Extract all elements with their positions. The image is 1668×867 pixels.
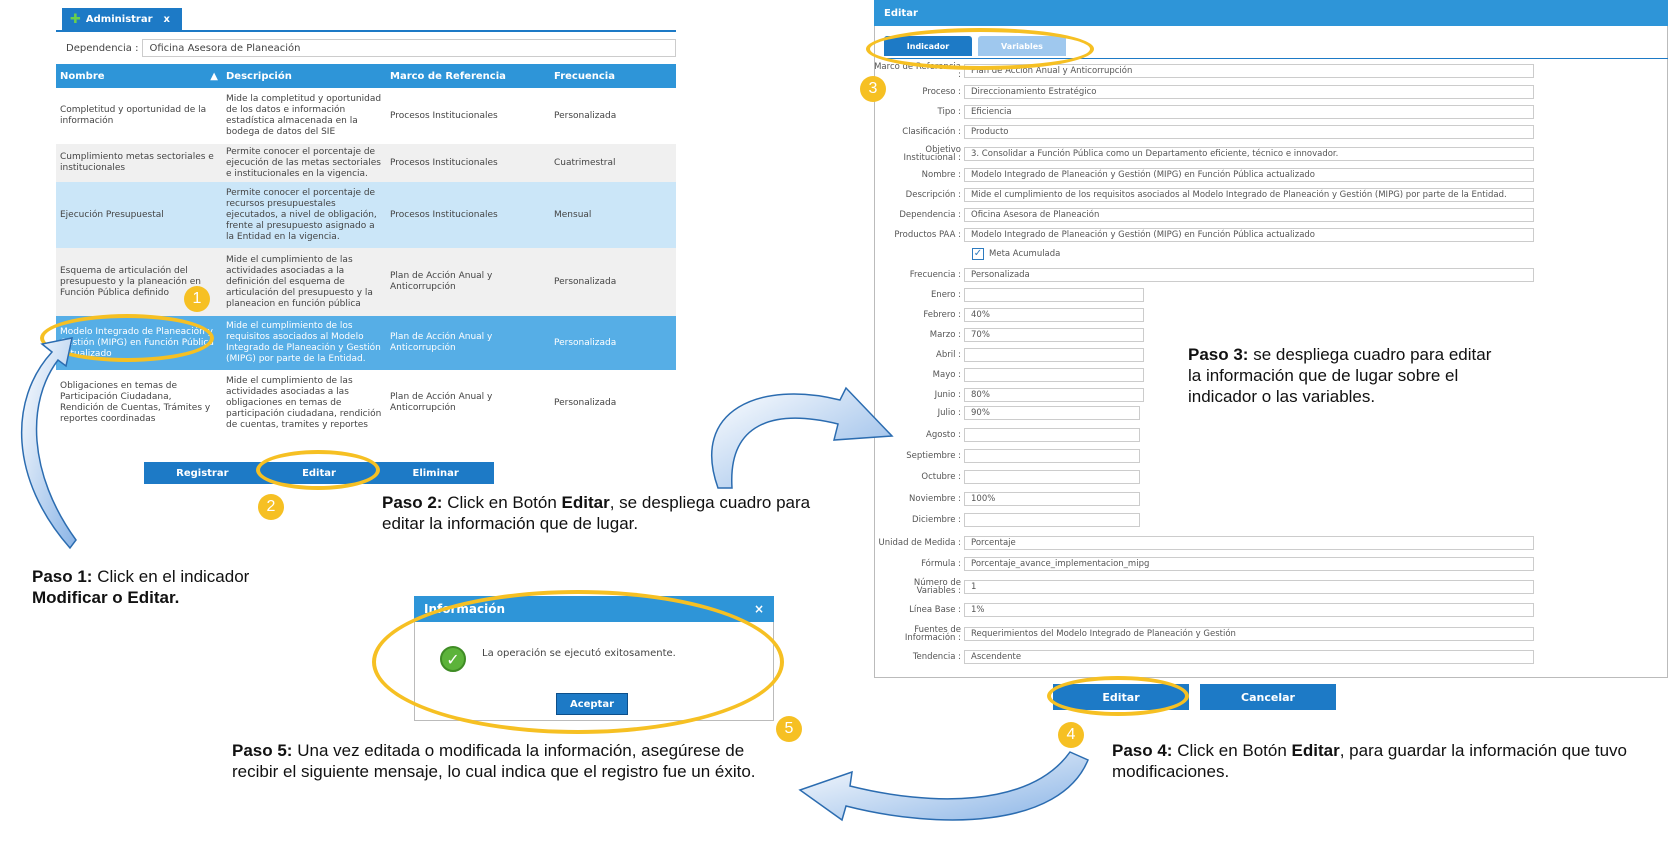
arrow-step4: [798, 751, 1089, 822]
arrow-step1: [20, 337, 77, 550]
arrow-step2: [711, 386, 894, 489]
step2-text: Paso 2: Click en Botón Editar, se despli…: [382, 493, 811, 533]
step3-text: Paso 3: se despliega cuadro para editar …: [1188, 345, 1492, 406]
step1-text: Paso 1: Click en el indicador Modificar …: [32, 567, 250, 607]
step4-text: Paso 4: Click en Botón Editar, para guar…: [1112, 741, 1628, 781]
step5-text: Paso 5: Una vez editada o modificada la …: [232, 741, 756, 781]
flow-arrows: [20, 337, 1089, 822]
